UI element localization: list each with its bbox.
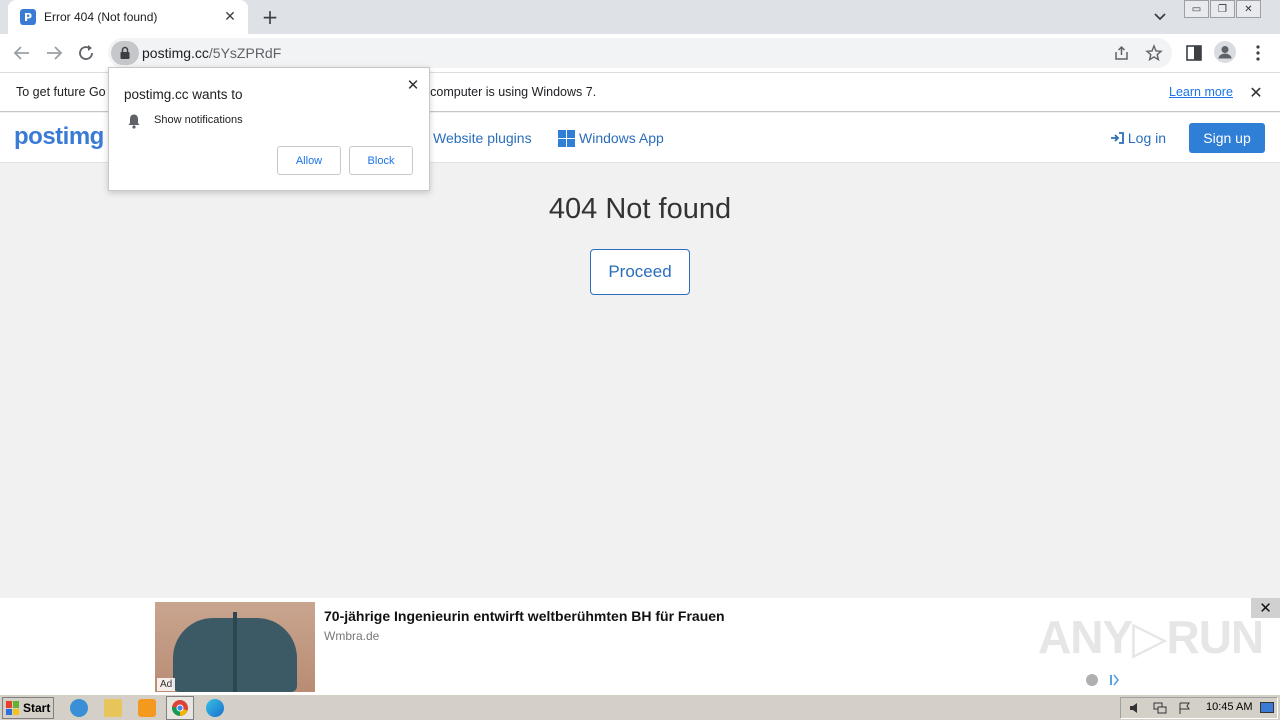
media-player-icon[interactable]: [138, 699, 156, 717]
profile-avatar-icon[interactable]: [1214, 41, 1236, 63]
allow-button[interactable]: Allow: [277, 146, 341, 175]
ad-label: Ad: [157, 678, 176, 691]
adchoices-icon[interactable]: [1084, 673, 1120, 687]
bookmark-star-icon[interactable]: [1145, 44, 1163, 62]
postimg-favicon-icon: P: [20, 9, 36, 25]
back-arrow-icon[interactable]: [10, 41, 34, 65]
browser-tab[interactable]: P Error 404 (Not found) ✕: [8, 0, 248, 34]
postimg-logo[interactable]: postimg: [14, 123, 104, 151]
website-plugins-link[interactable]: Website plugins: [433, 130, 532, 146]
chrome-icon: [171, 700, 188, 716]
learn-more-link[interactable]: Learn more: [1169, 85, 1233, 99]
windows-app-link[interactable]: Windows App: [579, 130, 664, 146]
sign-in-icon: [1111, 132, 1124, 144]
window-controls: ▭ ❐ ✕: [1183, 0, 1261, 18]
menu-kebab-icon[interactable]: [1248, 43, 1268, 63]
network-icon[interactable]: [1153, 702, 1167, 714]
signup-button[interactable]: Sign up: [1189, 123, 1265, 153]
file-explorer-icon[interactable]: [104, 699, 122, 717]
permission-close-icon[interactable]: ✕: [403, 75, 423, 95]
page-title: 404 Not found: [548, 193, 732, 225]
restore-icon[interactable]: ❐: [1210, 0, 1235, 18]
ad-headline[interactable]: 70-jährige Ingenieurin entwirft weltberü…: [324, 608, 725, 624]
minimize-icon[interactable]: ▭: [1184, 0, 1209, 18]
window-close-icon[interactable]: ✕: [1236, 0, 1261, 18]
lock-icon: [120, 46, 130, 59]
tab-title: Error 404 (Not found): [44, 10, 158, 24]
taskbar-clock[interactable]: 10:45 AM: [1206, 701, 1252, 713]
new-tab-button[interactable]: +: [258, 5, 282, 29]
share-icon[interactable]: [1113, 44, 1131, 62]
bell-icon: [128, 114, 140, 129]
forward-arrow-icon[interactable]: [42, 41, 66, 65]
ad-image[interactable]: Ad: [155, 602, 315, 692]
proceed-button[interactable]: Proceed: [590, 249, 690, 295]
permission-item: Show notifications: [154, 114, 243, 126]
tab-search-chevron-icon[interactable]: [1150, 8, 1170, 26]
address-bar[interactable]: postimg.cc/5YsZPRdF: [108, 38, 1172, 68]
show-desktop-icon[interactable]: [1260, 702, 1274, 714]
windows-taskbar: Start 10:45 AM: [0, 694, 1280, 720]
start-button[interactable]: Start: [2, 697, 54, 719]
block-button[interactable]: Block: [349, 146, 413, 175]
site-info-button[interactable]: [111, 41, 139, 65]
infobar-close-icon[interactable]: ✕: [1246, 82, 1266, 102]
internet-explorer-icon[interactable]: [70, 699, 88, 717]
url-text[interactable]: postimg.cc/5YsZPRdF: [142, 45, 281, 61]
edge-icon[interactable]: [206, 699, 224, 717]
ad-product-strap: [233, 612, 237, 692]
side-panel-icon[interactable]: [1184, 43, 1204, 63]
notification-permission-dialog: postimg.cc wants to ✕ Show notifications…: [108, 67, 430, 191]
reload-icon[interactable]: [74, 41, 98, 65]
tab-close-icon[interactable]: ✕: [222, 9, 238, 25]
windows-flag-icon: [6, 701, 20, 715]
anyrun-watermark: ANY▷RUN: [1038, 611, 1264, 663]
volume-icon[interactable]: [1129, 702, 1143, 714]
windows-logo-icon: [558, 130, 575, 147]
tab-strip: P Error 404 (Not found) ✕ + ▭ ❐ ✕: [0, 0, 1280, 34]
login-link[interactable]: Log in: [1110, 130, 1166, 146]
system-tray: [1120, 697, 1278, 719]
ad-source[interactable]: Wmbra.de: [324, 629, 379, 643]
action-center-flag-icon[interactable]: [1178, 702, 1192, 714]
ad-close-icon[interactable]: ✕: [1251, 598, 1280, 618]
permission-title: postimg.cc wants to: [124, 87, 243, 102]
ad-banner[interactable]: Ad 70-jährige Ingenieurin entwirft weltb…: [0, 598, 1280, 694]
